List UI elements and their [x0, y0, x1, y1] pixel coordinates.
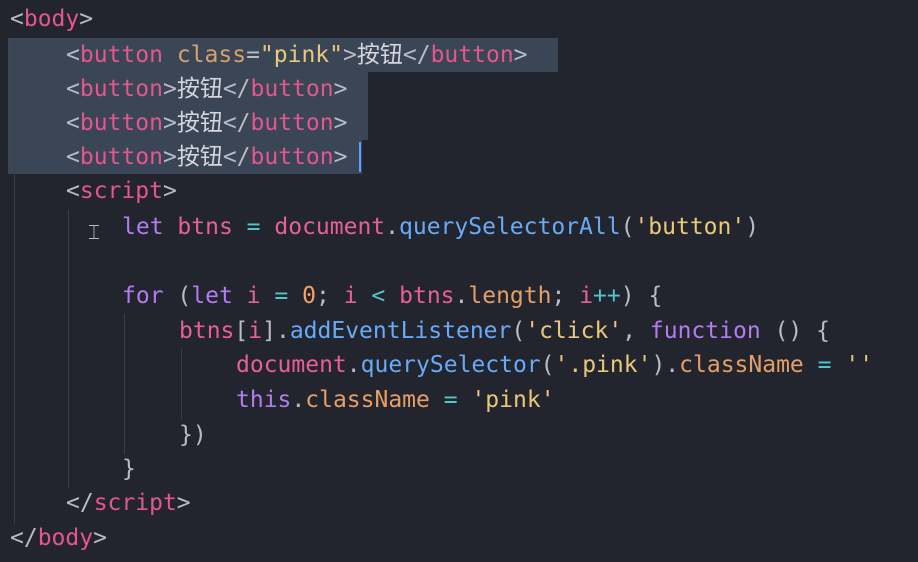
tag-name: button	[250, 76, 334, 102]
tag-name: script	[79, 178, 163, 204]
string: '.pink'	[554, 352, 652, 378]
operator: ++	[593, 283, 621, 309]
property: className	[679, 352, 804, 378]
tag-name: button	[79, 144, 163, 170]
string: 'button'	[634, 214, 746, 240]
code-editor[interactable]: ⌶ <body> <button class="pink">按钮</button…	[0, 0, 918, 562]
variable: btns	[177, 214, 233, 240]
keyword: this	[236, 387, 292, 413]
button-text: 按钮	[356, 42, 403, 68]
tag-name: body	[37, 525, 94, 551]
code-line[interactable]: <button class="pink">按钮</button>	[66, 38, 528, 72]
attribute-name: class	[176, 42, 247, 68]
indent-guide	[68, 210, 69, 488]
text-cursor-icon: ⌶	[88, 220, 100, 244]
keyword: let	[122, 214, 164, 240]
variable: i	[246, 283, 261, 309]
code-line[interactable]: })	[179, 418, 207, 452]
operator: =	[274, 283, 289, 309]
button-text: 按钮	[176, 76, 223, 102]
string: 'click'	[525, 318, 623, 344]
code-line[interactable]: </body>	[10, 521, 107, 555]
property: length	[468, 283, 552, 309]
method: addEventListener	[289, 318, 512, 344]
variable: i	[343, 283, 358, 309]
property: className	[305, 387, 430, 413]
tag-name: button	[250, 110, 334, 136]
variable: i	[579, 283, 594, 309]
method: querySelectorAll	[399, 214, 621, 240]
code-line[interactable]: <button>按钮</button>	[66, 140, 347, 174]
text-caret	[359, 142, 361, 172]
code-line[interactable]: let btns = document.querySelectorAll('bu…	[122, 210, 759, 244]
code-line[interactable]: <button>按钮</button>	[66, 106, 347, 140]
variable: document	[236, 352, 347, 378]
attribute-value: "pink"	[259, 42, 344, 68]
number: 0	[302, 283, 316, 309]
code-line[interactable]: <script>	[66, 174, 177, 208]
variable: document	[274, 214, 386, 240]
code-line[interactable]: </script>	[66, 486, 191, 520]
keyword: function	[649, 318, 761, 344]
variable: btns	[399, 283, 455, 309]
code-line[interactable]: this.className = 'pink'	[236, 383, 555, 417]
tag-name: button	[430, 42, 514, 68]
tag-name: button	[79, 42, 163, 68]
variable: i	[248, 318, 263, 344]
code-line[interactable]: for (let i = 0; i < btns.length; i++) {	[122, 279, 662, 313]
tag-name: body	[23, 6, 80, 32]
button-text: 按钮	[176, 110, 223, 136]
code-line[interactable]: <body>	[10, 2, 93, 36]
code-line[interactable]: }	[122, 452, 136, 486]
tag-name: script	[93, 490, 177, 516]
string: 'pink'	[471, 387, 555, 413]
code-line[interactable]: btns[i].addEventListener('click', functi…	[179, 314, 830, 348]
string: ''	[845, 352, 874, 378]
indent-guide	[14, 40, 15, 524]
operator: =	[443, 387, 458, 413]
keyword: for	[122, 283, 164, 309]
indent-guide	[124, 314, 125, 454]
keyword: let	[191, 283, 233, 309]
code-line[interactable]: document.querySelector('.pink').classNam…	[236, 348, 873, 382]
operator: =	[817, 352, 832, 378]
code-line[interactable]: <button>按钮</button>	[66, 72, 347, 106]
method: querySelector	[360, 352, 541, 378]
operator: <	[371, 283, 386, 309]
button-text: 按钮	[176, 144, 223, 170]
tag-name: button	[250, 144, 334, 170]
operator: =	[246, 214, 261, 240]
indent-guide	[181, 348, 182, 420]
variable: btns	[179, 318, 235, 344]
tag-name: button	[79, 76, 163, 102]
tag-name: button	[79, 110, 163, 136]
